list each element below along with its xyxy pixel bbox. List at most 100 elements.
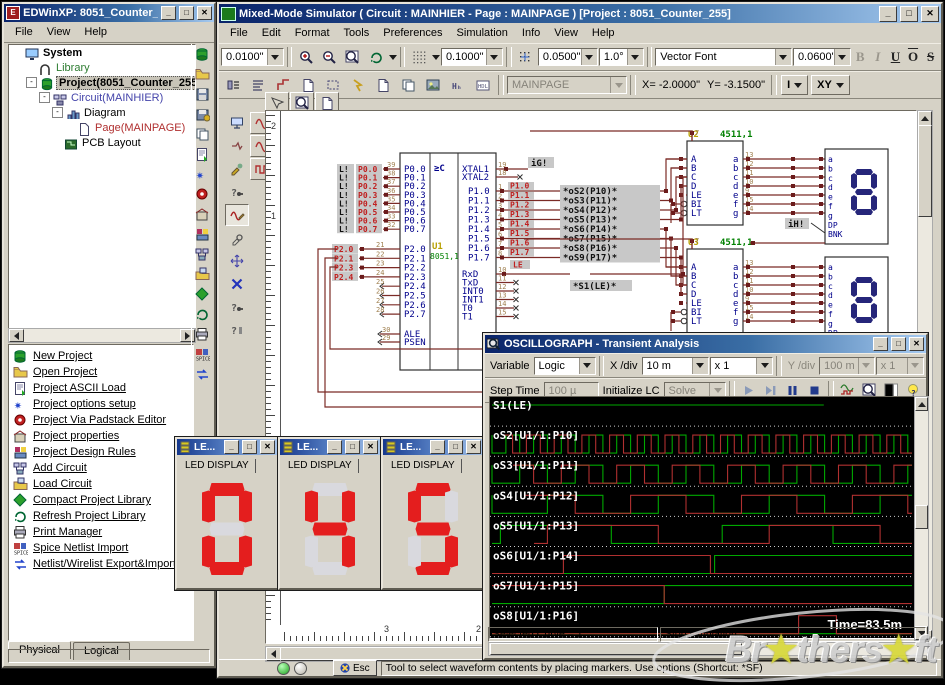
tree-expander[interactable]: - [52, 107, 63, 118]
strike-button[interactable]: S [922, 48, 939, 66]
command-netlist-wirelist-export-import[interactable]: Netlist/Wirelist Export&Import [9, 556, 193, 572]
new-page-button[interactable] [371, 74, 395, 96]
command-project-via-padstack-editor[interactable]: Project Via Padstack Editor [9, 412, 193, 428]
save-as-button[interactable] [193, 105, 212, 124]
delete-tool-button[interactable] [225, 273, 249, 295]
close-button[interactable]: ✕ [260, 440, 275, 454]
combo-dropdown-button[interactable] [627, 49, 643, 65]
zoom-out-button[interactable] [319, 46, 341, 68]
text-size-combo[interactable]: 0.0600" [793, 48, 851, 66]
combo-dropdown-button[interactable] [692, 358, 708, 374]
command-new-project[interactable]: New Project [9, 348, 193, 364]
led-window-titlebar[interactable]: LE..._□✕ [280, 439, 380, 455]
menu-simulation[interactable]: Simulation [450, 25, 515, 42]
maximize-button[interactable]: □ [448, 440, 463, 454]
bitmap-button[interactable] [421, 74, 445, 96]
tree-item-diagram[interactable]: -Diagram [9, 105, 195, 120]
options-setup-button[interactable]: ✷ [193, 165, 212, 184]
breakpoints-button[interactable] [225, 135, 249, 157]
led-display-tab[interactable]: LED DISPLAY [387, 459, 462, 473]
zoom-in-button[interactable] [295, 46, 317, 68]
command-print-manager[interactable]: Print Manager [9, 524, 193, 540]
new-project-button[interactable] [193, 45, 212, 64]
query-wire-button[interactable]: ? [225, 181, 249, 203]
maximize-button[interactable]: □ [900, 6, 918, 22]
hierarchy-button[interactable]: Hₕ [446, 74, 470, 96]
maximize-button[interactable]: □ [242, 440, 257, 454]
maximize-button[interactable]: □ [345, 440, 360, 454]
spice-netlist-button[interactable]: SPICE [193, 345, 212, 364]
pan-tool-button[interactable] [225, 250, 249, 272]
units-combo[interactable]: I [781, 75, 808, 95]
simulator-titlebar[interactable]: Mixed-Mode Simulator ( Circuit : MAINHIE… [219, 4, 941, 23]
ymult-combo[interactable]: x 1 [876, 357, 924, 375]
led-window-titlebar[interactable]: LE..._□✕ [177, 439, 277, 455]
command-project-ascii-load[interactable]: Project ASCII Load [9, 380, 193, 396]
part-browser-button[interactable] [221, 74, 245, 96]
menu-format[interactable]: Format [288, 25, 337, 42]
combo-dropdown-button[interactable] [610, 77, 626, 93]
xmult-combo[interactable]: x 1 [710, 357, 774, 375]
oscillograph-titlebar[interactable]: OSCILLOGRAPH - Transient Analysis _ □ ✕ [485, 335, 926, 353]
copy-page-button[interactable] [396, 74, 420, 96]
combo-dropdown-button[interactable] [581, 49, 597, 65]
led-display-tab[interactable]: LED DISPLAY [284, 459, 359, 473]
add-circuit-button[interactable] [193, 245, 212, 264]
erc-button[interactable] [346, 74, 370, 96]
maximize-button[interactable]: □ [891, 337, 906, 351]
variable-combo[interactable]: Logic [534, 357, 596, 375]
ascii-load-button[interactable] [193, 145, 212, 164]
command-open-project[interactable]: Open Project [9, 364, 193, 380]
load-circuit-button[interactable] [193, 265, 212, 284]
menu-tools[interactable]: Tools [337, 25, 377, 42]
minimize-button[interactable]: _ [224, 440, 239, 454]
minimize-button[interactable]: _ [430, 440, 445, 454]
save-project-button[interactable] [193, 85, 212, 104]
open-project-button[interactable] [193, 65, 212, 84]
probe-tool-button[interactable] [225, 227, 249, 249]
command-project-properties[interactable]: Project properties [9, 428, 193, 444]
zoom-window-button[interactable] [342, 46, 364, 68]
menu-help[interactable]: Help [77, 24, 114, 41]
overline-button[interactable]: O [905, 48, 922, 66]
menu-file[interactable]: File [8, 24, 40, 41]
waveform-vertical-scrollbar[interactable] [914, 396, 929, 641]
query-net-button[interactable]: ? [225, 296, 249, 318]
combo-dropdown-button[interactable] [579, 358, 595, 374]
properties-button[interactable] [193, 205, 212, 224]
maximize-button[interactable]: □ [179, 6, 194, 20]
dropdown-arrow[interactable] [388, 55, 396, 60]
refresh-library-button[interactable] [193, 305, 212, 324]
combo-dropdown-button[interactable] [834, 49, 850, 65]
menu-view[interactable]: View [547, 25, 585, 42]
underline-button[interactable]: U [887, 48, 904, 66]
tree-expander[interactable]: - [39, 92, 50, 103]
coords-combo[interactable]: XY [811, 75, 850, 95]
tree-item-system[interactable]: System [9, 45, 195, 60]
command-refresh-project-library[interactable]: Refresh Project Library [9, 508, 193, 524]
close-button[interactable]: ✕ [466, 440, 481, 454]
project-explorer-titlebar[interactable]: E EDWinXP: 8051_Counter_... _ □ ✕ [4, 4, 214, 22]
snap-size-combo[interactable]: 0.0500" [538, 48, 598, 66]
minimize-button[interactable]: _ [327, 440, 342, 454]
menu-edit[interactable]: Edit [255, 25, 288, 42]
minimize-button[interactable]: _ [161, 6, 176, 20]
command-spice-netlist-import[interactable]: SPICESpice Netlist Import [9, 540, 193, 556]
tree-expander[interactable]: - [26, 77, 37, 88]
waveform-display[interactable]: S1(LE)oS2[U1/1:P10]oS3[U1/1:P11]oS4[U1/1… [489, 396, 915, 639]
waveform-horizontal-scrollbar[interactable] [488, 642, 928, 656]
tree-item-circuit-mainhier-[interactable]: -Circuit(MAINHIER) [9, 90, 195, 105]
tree-horizontal-scrollbar[interactable] [8, 328, 196, 343]
esc-button[interactable]: Esc [333, 660, 377, 676]
tree-item-library[interactable]: Library [9, 60, 195, 75]
angle-combo[interactable]: 1.0° [599, 48, 644, 66]
combo-dropdown-button[interactable] [756, 358, 772, 374]
redraw-button[interactable] [365, 46, 387, 68]
page-combo[interactable]: MAINPAGE [507, 76, 627, 94]
menu-info[interactable]: Info [515, 25, 547, 42]
signal-parameters-button[interactable] [225, 112, 249, 134]
italic-button[interactable]: I [870, 48, 887, 66]
minimize-button[interactable]: _ [873, 337, 888, 351]
grid-step-combo[interactable]: 0.0100" [221, 48, 284, 66]
dropdown-arrow[interactable] [432, 55, 440, 60]
